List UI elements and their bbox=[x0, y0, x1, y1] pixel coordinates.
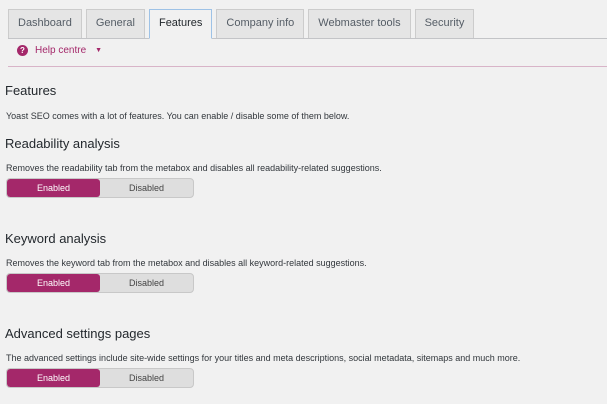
tab-general[interactable]: General bbox=[85, 9, 145, 38]
keyword-disabled-option[interactable]: Disabled bbox=[100, 274, 193, 292]
question-circle-icon: ? bbox=[17, 45, 28, 56]
settings-tabs: Dashboard General Features Company info … bbox=[8, 9, 607, 39]
readability-analysis-description: Removes the readability tab from the met… bbox=[6, 163, 382, 173]
divider bbox=[8, 66, 607, 67]
advanced-settings-description: The advanced settings include site-wide … bbox=[6, 353, 521, 363]
tab-features[interactable]: Features bbox=[148, 9, 213, 39]
readability-analysis-heading: Readability analysis bbox=[5, 136, 120, 151]
keyword-analysis-toggle: Enabled Disabled bbox=[6, 273, 194, 293]
tab-webmaster-tools[interactable]: Webmaster tools bbox=[308, 9, 411, 38]
keyword-analysis-description: Removes the keyword tab from the metabox… bbox=[6, 258, 367, 268]
readability-disabled-option[interactable]: Disabled bbox=[100, 179, 193, 197]
tab-dashboard[interactable]: Dashboard bbox=[8, 9, 82, 38]
caret-down-icon: ▼ bbox=[95, 47, 103, 54]
advanced-settings-toggle: Enabled Disabled bbox=[6, 368, 194, 388]
advanced-enabled-option[interactable]: Enabled bbox=[7, 369, 100, 387]
page-intro: Yoast SEO comes with a lot of features. … bbox=[6, 111, 350, 121]
advanced-disabled-option[interactable]: Disabled bbox=[100, 369, 193, 387]
readability-analysis-toggle: Enabled Disabled bbox=[6, 178, 194, 198]
tab-security[interactable]: Security bbox=[414, 9, 475, 38]
help-centre-label: Help centre bbox=[35, 45, 87, 56]
keyword-analysis-heading: Keyword analysis bbox=[5, 231, 107, 246]
page-title: Features bbox=[5, 83, 57, 98]
keyword-enabled-option[interactable]: Enabled bbox=[7, 274, 100, 292]
help-centre-toggle[interactable]: ? Help centre ▼ bbox=[17, 45, 102, 56]
advanced-settings-heading: Advanced settings pages bbox=[5, 326, 151, 341]
readability-enabled-option[interactable]: Enabled bbox=[7, 179, 100, 197]
tab-company-info[interactable]: Company info bbox=[216, 9, 305, 38]
